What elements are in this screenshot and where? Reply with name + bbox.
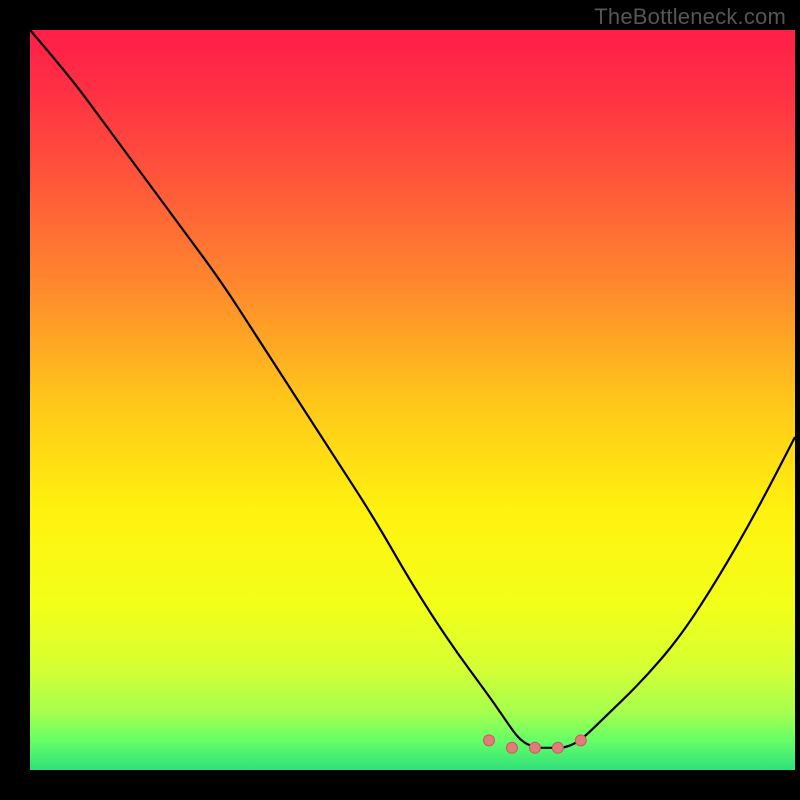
optimal-marker [484,735,495,746]
watermark-label: TheBottleneck.com [594,4,786,30]
optimal-marker [506,742,517,753]
optimal-marker [552,742,563,753]
plot-gradient-background [30,30,795,770]
optimal-marker [575,735,586,746]
bottleneck-chart [0,0,800,800]
optimal-marker [529,742,540,753]
chart-container: TheBottleneck.com [0,0,800,800]
